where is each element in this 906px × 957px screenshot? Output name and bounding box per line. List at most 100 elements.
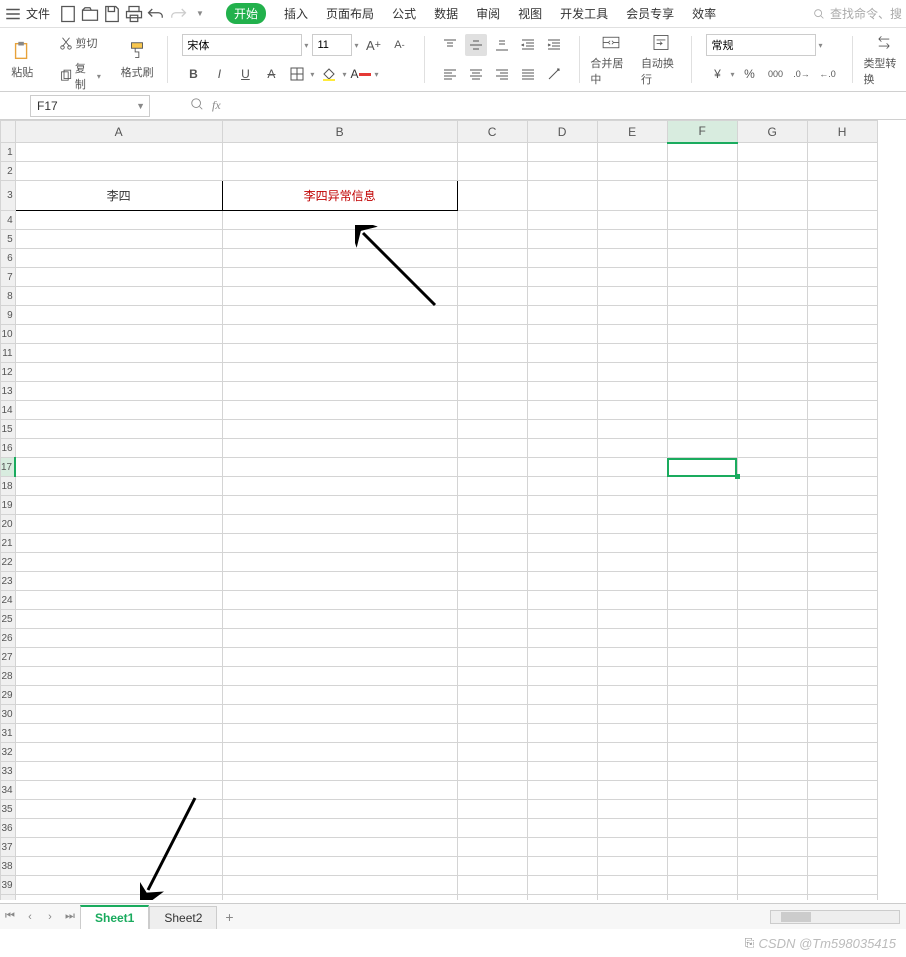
row-header[interactable]: 35 bbox=[1, 800, 16, 819]
cell[interactable] bbox=[597, 819, 667, 838]
cell[interactable] bbox=[527, 363, 597, 382]
cell[interactable] bbox=[457, 534, 527, 553]
cell[interactable] bbox=[807, 496, 877, 515]
cell[interactable] bbox=[457, 268, 527, 287]
cell[interactable] bbox=[807, 819, 877, 838]
merge-center-button[interactable]: 合并居中 bbox=[590, 32, 631, 87]
cell[interactable] bbox=[737, 230, 807, 249]
cell[interactable] bbox=[737, 800, 807, 819]
cell[interactable] bbox=[15, 591, 222, 610]
increase-decimal-icon[interactable]: .0→ bbox=[790, 63, 812, 85]
cell[interactable] bbox=[807, 162, 877, 181]
cell[interactable] bbox=[15, 629, 222, 648]
cell[interactable] bbox=[527, 610, 597, 629]
cell[interactable] bbox=[667, 249, 737, 268]
col-header-E[interactable]: E bbox=[597, 121, 667, 143]
save-icon[interactable] bbox=[102, 4, 122, 24]
cell[interactable] bbox=[807, 648, 877, 667]
cell[interactable] bbox=[807, 401, 877, 420]
cell[interactable] bbox=[667, 325, 737, 344]
row-header[interactable]: 30 bbox=[1, 705, 16, 724]
row-header[interactable]: 39 bbox=[1, 876, 16, 895]
wrap-text-button[interactable]: 自动换行 bbox=[641, 32, 682, 87]
tab-page-layout[interactable]: 页面布局 bbox=[326, 5, 374, 22]
cell[interactable] bbox=[527, 382, 597, 401]
cell[interactable] bbox=[737, 325, 807, 344]
cell[interactable] bbox=[457, 876, 527, 895]
align-top-icon[interactable] bbox=[439, 34, 461, 56]
cell[interactable] bbox=[222, 363, 457, 382]
tab-nav-next-icon[interactable]: › bbox=[40, 905, 60, 929]
cell[interactable] bbox=[737, 591, 807, 610]
cell[interactable] bbox=[222, 553, 457, 572]
fill-color-icon[interactable] bbox=[318, 63, 340, 85]
cell[interactable] bbox=[737, 895, 807, 901]
cell[interactable] bbox=[667, 143, 737, 162]
row-header[interactable]: 24 bbox=[1, 591, 16, 610]
cell[interactable] bbox=[807, 667, 877, 686]
cell[interactable] bbox=[15, 363, 222, 382]
row-header[interactable]: 13 bbox=[1, 382, 16, 401]
paste-button[interactable]: 粘贴 bbox=[2, 32, 43, 87]
cell[interactable] bbox=[15, 420, 222, 439]
col-header-C[interactable]: C bbox=[457, 121, 527, 143]
cell[interactable] bbox=[15, 610, 222, 629]
cell[interactable] bbox=[597, 401, 667, 420]
cell[interactable] bbox=[527, 724, 597, 743]
cell[interactable] bbox=[667, 857, 737, 876]
cell[interactable] bbox=[737, 181, 807, 211]
cell[interactable] bbox=[807, 534, 877, 553]
name-box[interactable]: F17 ▼ bbox=[30, 95, 150, 117]
cell[interactable] bbox=[15, 648, 222, 667]
cell[interactable] bbox=[737, 401, 807, 420]
cell[interactable] bbox=[737, 458, 807, 477]
cell[interactable] bbox=[457, 743, 527, 762]
cell[interactable] bbox=[15, 762, 222, 781]
cell[interactable] bbox=[15, 876, 222, 895]
font-name-combo[interactable] bbox=[182, 34, 302, 56]
cell[interactable] bbox=[597, 382, 667, 401]
tab-dev-tools[interactable]: 开发工具 bbox=[560, 5, 608, 22]
cell[interactable] bbox=[222, 591, 457, 610]
number-format-combo[interactable] bbox=[706, 34, 816, 56]
cell[interactable] bbox=[667, 743, 737, 762]
cell[interactable] bbox=[527, 325, 597, 344]
cell[interactable] bbox=[15, 458, 222, 477]
cell[interactable] bbox=[737, 572, 807, 591]
cell[interactable] bbox=[222, 534, 457, 553]
file-menu[interactable]: 文件 bbox=[26, 5, 50, 22]
cell[interactable] bbox=[737, 143, 807, 162]
cell[interactable] bbox=[737, 306, 807, 325]
col-header-D[interactable]: D bbox=[527, 121, 597, 143]
cell[interactable] bbox=[15, 268, 222, 287]
cell[interactable] bbox=[527, 496, 597, 515]
cell[interactable] bbox=[457, 382, 527, 401]
formula-input[interactable] bbox=[229, 95, 906, 117]
open-icon[interactable] bbox=[80, 4, 100, 24]
cell[interactable] bbox=[597, 857, 667, 876]
row-header[interactable]: 20 bbox=[1, 515, 16, 534]
cell[interactable] bbox=[527, 439, 597, 458]
cell[interactable] bbox=[737, 439, 807, 458]
cell[interactable] bbox=[527, 895, 597, 901]
cell[interactable] bbox=[807, 838, 877, 857]
cell[interactable] bbox=[737, 287, 807, 306]
cell[interactable] bbox=[527, 838, 597, 857]
row-header[interactable]: 2 bbox=[1, 162, 16, 181]
row-header[interactable]: 5 bbox=[1, 230, 16, 249]
row-header[interactable]: 8 bbox=[1, 287, 16, 306]
row-header[interactable]: 3 bbox=[1, 181, 16, 211]
hamburger-icon[interactable] bbox=[4, 5, 22, 23]
cell[interactable] bbox=[597, 344, 667, 363]
row-header[interactable]: 40 bbox=[1, 895, 16, 901]
cell[interactable] bbox=[457, 363, 527, 382]
decrease-decimal-icon[interactable]: ←.0 bbox=[816, 63, 838, 85]
cell[interactable] bbox=[527, 553, 597, 572]
cell[interactable] bbox=[15, 211, 222, 230]
cell[interactable] bbox=[222, 838, 457, 857]
status-mode-icon[interactable]: ⎘ bbox=[741, 934, 759, 952]
underline-icon[interactable]: U bbox=[234, 63, 256, 85]
cell[interactable] bbox=[527, 876, 597, 895]
cell[interactable] bbox=[527, 458, 597, 477]
cell[interactable] bbox=[807, 420, 877, 439]
